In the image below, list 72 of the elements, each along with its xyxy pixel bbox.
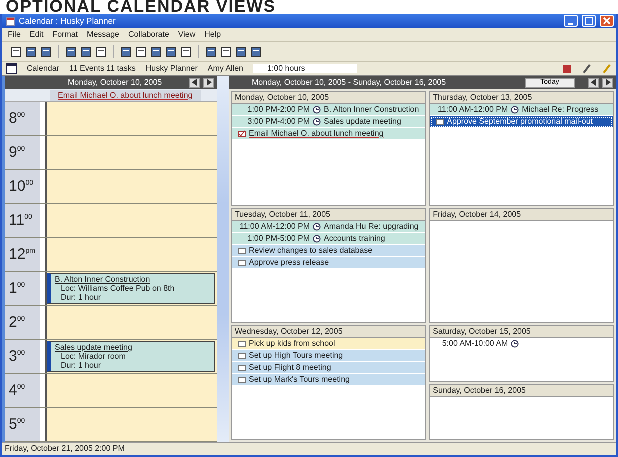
menu-item[interactable]: File [8, 30, 21, 39]
next-button[interactable] [602, 78, 613, 88]
page-heading: OPTIONAL CALENDAR VIEWS [5, 0, 278, 14]
day-name: Thursday, October 13, 2005 [430, 92, 613, 104]
menu-item[interactable]: Message [87, 30, 120, 39]
left-arrow-icon [590, 79, 596, 86]
hour-label: 5$^{00}$ [5, 408, 45, 441]
app-icon [6, 16, 15, 26]
task-icon [436, 118, 444, 126]
all-day-task[interactable]: Email Michael O. about lunch meeting [50, 90, 201, 100]
hour-label: 12$^{pm}$ [5, 238, 45, 271]
day-title: Monday, October 10, 2005 [67, 78, 162, 87]
day-name: Sunday, October 16, 2005 [430, 384, 613, 396]
day-name: Saturday, October 15, 2005 [430, 326, 613, 338]
close-button[interactable] [600, 15, 614, 27]
menu-item[interactable]: View [178, 30, 196, 39]
status-text: Friday, October 21, 2005 2:00 PM [5, 444, 125, 453]
day-name: Friday, October 14, 2005 [430, 209, 613, 221]
appointment-title: B. Alton Inner Construction [55, 275, 152, 284]
day-name: Wednesday, October 12, 2005 [232, 326, 426, 338]
window-title: Calendar : Husky Planner [19, 16, 116, 26]
right-arrow-icon [604, 79, 610, 86]
calendar-entry[interactable]: 3:00 PM-4:00 PM Sales update meeting [232, 116, 426, 128]
previous-button[interactable] [588, 78, 599, 88]
calendar-entry[interactable]: Set up Flight 8 meeting [232, 362, 426, 374]
day-name: Tuesday, October 11, 2005 [232, 209, 426, 221]
info-text: Amy Allen [208, 64, 244, 73]
calendar-entry[interactable]: Set up Mark's Tours meeting [232, 374, 426, 386]
menu-item[interactable]: Help [204, 30, 222, 39]
hour-label: 4$^{00}$ [5, 374, 45, 407]
calendar-entry[interactable]: Pick up kids from school [232, 338, 426, 350]
info-text: 11 Events 11 tasks [69, 64, 136, 73]
hour-label: 11$^{00}$ [5, 204, 45, 237]
hour-label: 3$^{00}$ [5, 340, 45, 373]
left-arrow-icon [192, 79, 198, 86]
minimize-button[interactable] [564, 15, 578, 27]
info-text: Husky Planner [146, 64, 198, 73]
close-icon [603, 17, 611, 25]
calendar-entry[interactable]: Approve September promotional mail-out [430, 116, 613, 128]
hour-label: 8$^{00}$ [5, 102, 45, 135]
task-icon [238, 130, 246, 138]
calendar-entry[interactable]: Set up High Tours meeting [232, 350, 426, 362]
hour-label: 9$^{00}$ [5, 136, 45, 169]
hour-label: 10$^{00}$ [5, 170, 45, 203]
calendar-entry[interactable]: Review changes to sales database [232, 245, 426, 257]
calendar-icon [6, 63, 17, 74]
menu-item[interactable]: Format [52, 30, 78, 39]
calendar-entry[interactable]: Approve press release [232, 257, 426, 269]
right-arrow-icon [206, 79, 212, 86]
calendar-entry[interactable]: 11:00 AM-12:00 PM Michael Re: Progress [430, 104, 613, 116]
week-title: Monday, October 10, 2005 - Sunday, October 16, 2005 [251, 78, 446, 87]
maximize-icon [585, 17, 593, 25]
appointment-location: Loc: Williams Coffee Pub on 8th [60, 284, 176, 293]
appointment-duration: Dur: 1 hour [60, 361, 102, 370]
duration-field[interactable]: 1:00 hours [253, 64, 358, 73]
scroll-bar[interactable] [217, 76, 229, 442]
hour-label: 1$^{00}$ [5, 272, 45, 305]
calendar-entry[interactable]: 11:00 AM-12:00 PM Amanda Hu Re: upgrading [232, 221, 426, 233]
hour-label: 2$^{00}$ [5, 306, 45, 339]
day-name: Monday, October 10, 2005 [232, 92, 426, 104]
appointment-duration: Dur: 1 hour [60, 293, 102, 302]
appointment-location: Loc: Mirador room [60, 352, 127, 361]
next-button[interactable] [203, 78, 214, 88]
menu-item[interactable]: Edit [30, 30, 44, 39]
calendar-entry[interactable]: 1:00 PM-5:00 PM Accounts training [232, 233, 426, 245]
info-text: Calendar [27, 64, 60, 73]
calendar-entry[interactable]: 1:00 PM-2:00 PM B. Alton Inner Construction [232, 104, 426, 116]
calendar-entry[interactable]: Email Michael O. about lunch meeting [232, 128, 426, 140]
menu-item[interactable]: Collaborate [128, 30, 170, 39]
appointment-title: Sales update meeting [55, 343, 134, 352]
maximize-button[interactable] [582, 15, 596, 27]
previous-button[interactable] [189, 78, 200, 88]
